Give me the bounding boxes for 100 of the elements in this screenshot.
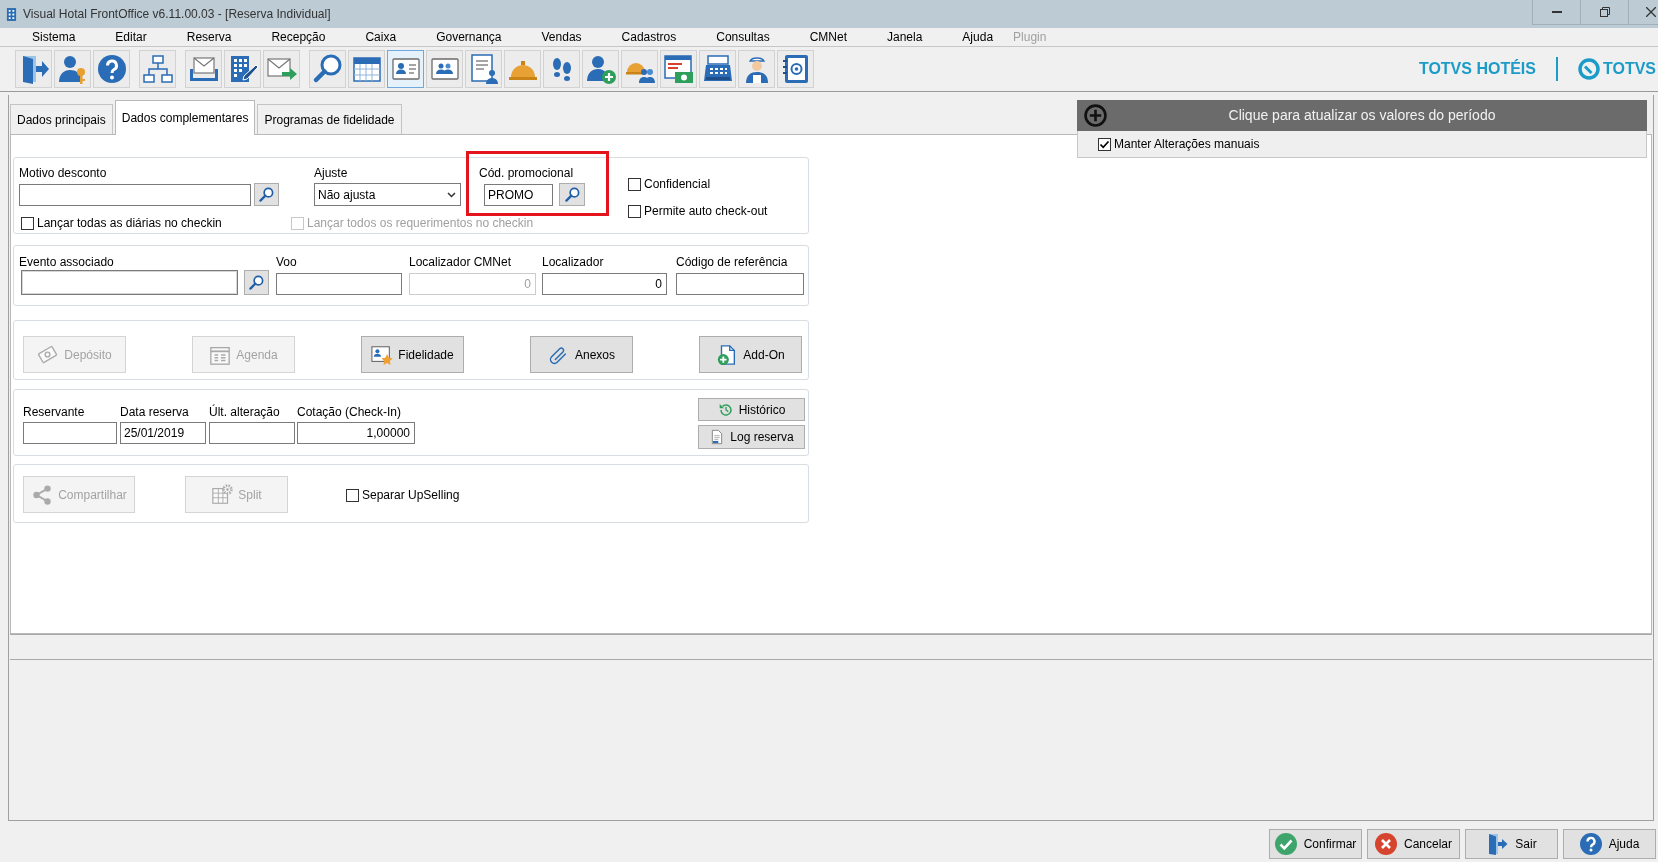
dropdown[interactable]: Não ajusta	[314, 183, 461, 206]
input-field[interactable]	[276, 273, 402, 295]
toolbar-button[interactable]	[582, 50, 619, 88]
building-icon	[6, 7, 17, 22]
checkbox-label: Permite auto check-out	[644, 204, 768, 218]
toolbar-button[interactable]	[465, 50, 502, 88]
toolbar-button[interactable]	[621, 50, 658, 88]
input-field[interactable]: PROMO	[484, 183, 553, 206]
minimize-icon	[1551, 11, 1562, 13]
toolbar-button[interactable]	[224, 50, 261, 88]
menu-item[interactable]: Vendas	[521, 28, 602, 46]
toolbar-button[interactable]	[309, 50, 346, 88]
menu-item[interactable]: Ajuda	[942, 28, 1014, 46]
log-button[interactable]: Log reserva	[698, 425, 805, 449]
table-gear-icon	[211, 483, 234, 506]
input-field[interactable]	[19, 183, 251, 206]
exit-button[interactable]: Sair	[1465, 829, 1558, 859]
restore-button[interactable]	[1580, 0, 1628, 25]
toolbar-button[interactable]	[263, 50, 300, 88]
toolbar-button[interactable]	[93, 50, 130, 88]
tab[interactable]: Dados principais	[10, 104, 113, 134]
window-banknote-icon	[662, 53, 695, 85]
input-field[interactable]: 1,00000	[297, 422, 415, 444]
checkbox[interactable]	[21, 216, 34, 230]
field-label: Cód. promocional	[479, 166, 575, 180]
toolbar-button[interactable]	[348, 50, 385, 88]
check-circle-icon	[1274, 833, 1297, 855]
ring-logo-icon	[1577, 58, 1600, 80]
toolbar-button[interactable]	[185, 50, 222, 88]
search-button[interactable]	[559, 183, 585, 206]
search-icon	[564, 187, 580, 202]
toolbar-button[interactable]	[426, 50, 463, 88]
update-values-button[interactable]: Clique para atualizar os valores do período	[1077, 100, 1647, 131]
attachments-button[interactable]: Anexos	[530, 336, 633, 373]
checkbox[interactable]	[628, 177, 641, 191]
checkbox[interactable]	[1098, 137, 1111, 151]
menu-item[interactable]: Governança	[416, 28, 522, 46]
menu-item[interactable]: Janela	[867, 28, 943, 46]
toolbar-button[interactable]	[15, 50, 52, 88]
toolbar-button[interactable]	[54, 50, 91, 88]
menu-item[interactable]: Reserva	[166, 28, 252, 46]
checkbox-label: Separar UpSelling	[362, 488, 460, 502]
close-button[interactable]	[1628, 0, 1658, 25]
user-plus-icon	[584, 53, 617, 85]
toolbar-button[interactable]	[777, 50, 814, 88]
x-circle-icon	[1375, 833, 1397, 855]
toolbar-button[interactable]	[738, 50, 775, 88]
tab[interactable]: Programas de fidelidade	[257, 104, 402, 134]
input-field[interactable]	[209, 422, 295, 444]
menu-item[interactable]: Caixa	[345, 28, 417, 46]
menu-item[interactable]: Consultas	[696, 28, 790, 46]
help-icon	[95, 53, 128, 85]
field-label: Voo	[276, 255, 298, 269]
loyalty-button[interactable]: Fidelidade	[361, 336, 464, 373]
field-label: Cotação (Check-In)	[297, 405, 403, 419]
window-title: Visual Hotal FrontOffice v6.11.00.03 - [Reserva Individual]	[23, 6, 331, 23]
field-label: Ajuste	[314, 166, 349, 180]
id-card-star-icon	[371, 343, 394, 366]
menu-item[interactable]: Recepção	[251, 28, 346, 46]
menu-item[interactable]: Cadastros	[601, 28, 697, 46]
checkbox-label: Lançar todas as diárias no checkin	[37, 216, 222, 230]
field-label: Últ. alteração	[209, 405, 281, 419]
restore-icon	[1599, 7, 1610, 17]
cancel-button[interactable]: Cancelar	[1367, 829, 1460, 859]
field-label: Evento associado	[19, 255, 115, 269]
input-field[interactable]	[676, 273, 804, 295]
add-on-button[interactable]: Add-On	[699, 336, 802, 373]
menu-item[interactable]: CMNet	[789, 28, 867, 46]
search-icon	[259, 187, 274, 202]
menu-item[interactable]: Editar	[95, 28, 167, 46]
help-icon	[1579, 833, 1602, 855]
toolbar-button[interactable]	[139, 50, 176, 88]
toolbar-button[interactable]	[387, 50, 424, 88]
checkbox[interactable]	[628, 204, 641, 218]
search-button[interactable]	[244, 270, 269, 295]
org-chart-icon	[141, 53, 174, 85]
input-field[interactable]	[23, 422, 117, 444]
history-button[interactable]: Histórico	[698, 398, 805, 421]
search-button[interactable]	[254, 183, 279, 206]
menu-item[interactable]: Sistema	[12, 28, 96, 46]
checkbox-label: Manter Alterações manuais	[1114, 137, 1260, 151]
input-field[interactable]	[21, 270, 238, 295]
company-logo-text: TOTVS	[1602, 59, 1656, 79]
search-icon	[311, 53, 344, 85]
help-button[interactable]: Ajuda	[1563, 829, 1656, 859]
field-label: Localizador CMNet	[409, 255, 513, 269]
confirm-button[interactable]: Confirmar	[1269, 829, 1362, 859]
field-label: Código de referência	[676, 255, 789, 269]
input-field[interactable]: 0	[542, 273, 667, 295]
chevron-down-icon	[447, 191, 456, 198]
toolbar-button[interactable]	[543, 50, 580, 88]
door-arrow-icon	[1486, 833, 1509, 855]
field-label: Motivo desconto	[19, 166, 108, 180]
tab[interactable]: Dados complementares	[114, 100, 256, 135]
toolbar-button[interactable]	[699, 50, 736, 88]
checkbox[interactable]	[346, 488, 359, 502]
share-icon	[31, 483, 54, 506]
input-field[interactable]: 25/01/2019	[120, 422, 206, 444]
toolbar-button[interactable]	[660, 50, 697, 88]
checkbox-label: Lançar todos os requerimentos no checkin	[307, 216, 534, 230]
